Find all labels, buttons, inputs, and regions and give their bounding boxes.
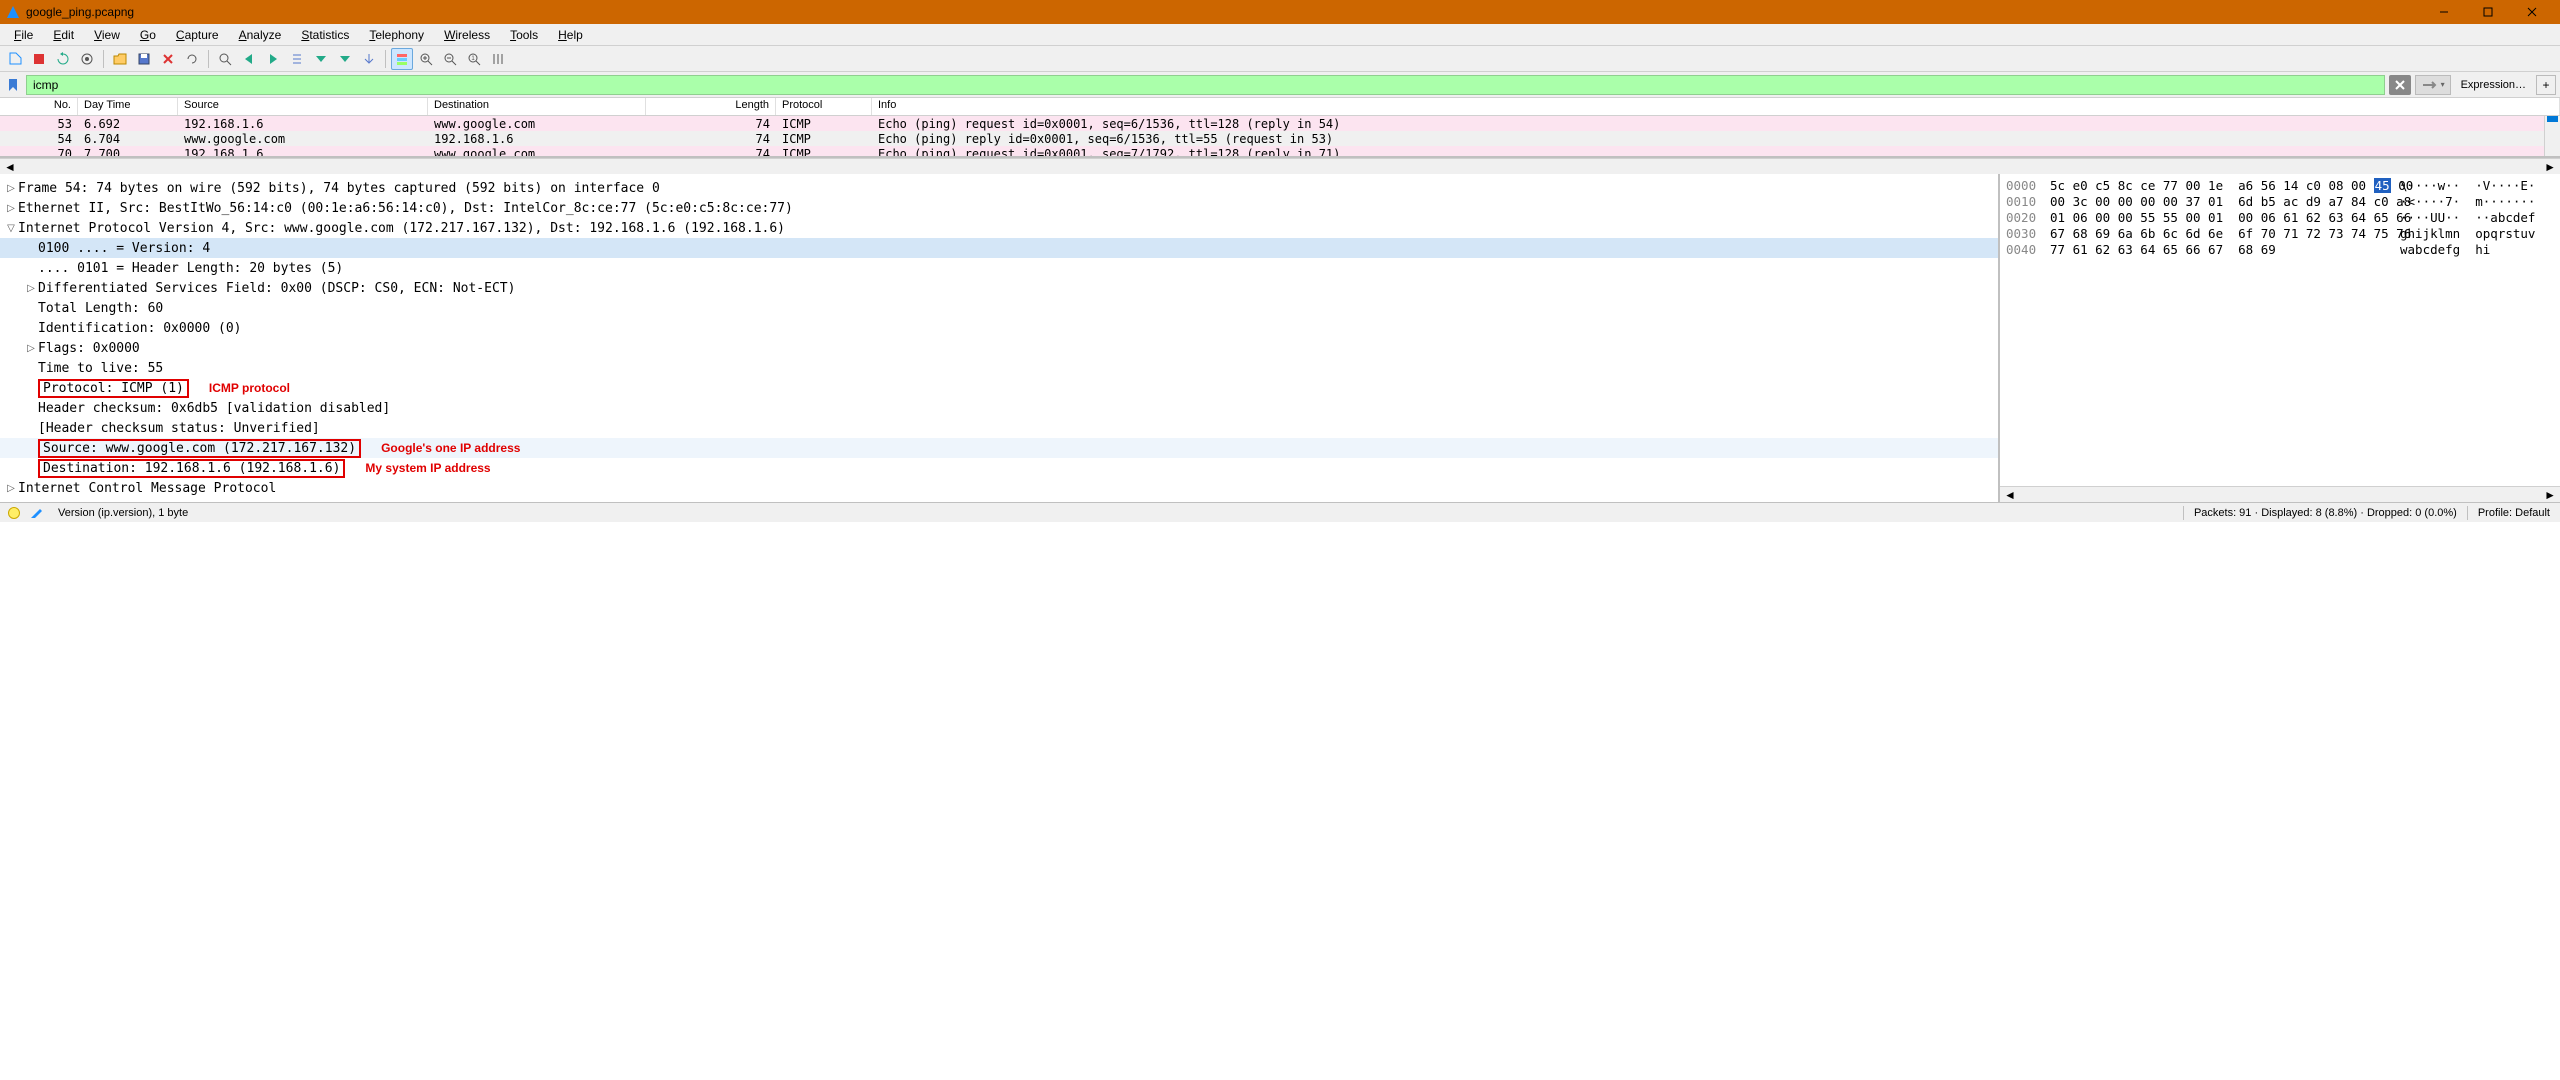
column-source[interactable]: Source — [178, 98, 428, 115]
status-field-info: Version (ip.version), 1 byte — [52, 507, 2183, 519]
colorize-button[interactable] — [391, 48, 413, 70]
maximize-button[interactable] — [2466, 0, 2510, 24]
tree-ip-checksum[interactable]: Header checksum: 0x6db5 [validation disa… — [0, 398, 1998, 418]
go-first-button[interactable] — [310, 48, 332, 70]
hex-row[interactable]: 001000 3c 00 00 00 00 37 01 6d b5 ac d9 … — [2006, 194, 2554, 210]
tree-ip-identification[interactable]: Identification: 0x0000 (0) — [0, 318, 1998, 338]
zoom-in-button[interactable] — [415, 48, 437, 70]
menu-telephony[interactable]: Telephony — [359, 26, 434, 44]
go-last-button[interactable] — [334, 48, 356, 70]
filter-apply-button[interactable]: ▾ — [2415, 75, 2451, 95]
annotation-destination: My system IP address — [365, 461, 490, 475]
close-button[interactable] — [2510, 0, 2554, 24]
status-packet-counts: Packets: 91 · Displayed: 8 (8.8%) · Drop… — [2184, 507, 2467, 519]
menu-capture[interactable]: Capture — [166, 26, 229, 44]
go-to-packet-button[interactable] — [286, 48, 308, 70]
packet-bytes-hscroll[interactable]: ◄► — [2000, 486, 2560, 502]
packet-bytes-pane[interactable]: 00005c e0 c5 8c ce 77 00 1e a6 56 14 c0 … — [2000, 174, 2560, 486]
tree-ipv4[interactable]: ▽Internet Protocol Version 4, Src: www.g… — [0, 218, 1998, 238]
app-icon — [6, 5, 20, 19]
start-capture-button[interactable] — [4, 48, 26, 70]
tree-ip-source[interactable]: Source: www.google.com (172.217.167.132)… — [0, 438, 1998, 458]
save-file-button[interactable] — [133, 48, 155, 70]
open-file-button[interactable] — [109, 48, 131, 70]
display-filter-input[interactable] — [26, 75, 2385, 95]
go-forward-button[interactable] — [262, 48, 284, 70]
packet-list-hscroll[interactable]: ◄► — [0, 158, 2560, 174]
tree-ip-ttl[interactable]: Time to live: 55 — [0, 358, 1998, 378]
reload-button[interactable] — [181, 48, 203, 70]
filter-bookmark-button[interactable] — [4, 76, 22, 94]
filter-expression-button[interactable]: Expression… — [2455, 79, 2532, 91]
menu-analyze[interactable]: Analyze — [229, 26, 292, 44]
tree-ip-flags[interactable]: ▷Flags: 0x0000 — [0, 338, 1998, 358]
menu-wireless[interactable]: Wireless — [434, 26, 500, 44]
tree-ip-protocol[interactable]: Protocol: ICMP (1)ICMP protocol — [0, 378, 1998, 398]
expert-info-button[interactable] — [8, 507, 20, 519]
packet-row[interactable]: 536.692192.168.1.6www.google.com74ICMPEc… — [0, 116, 2560, 131]
auto-scroll-button[interactable] — [358, 48, 380, 70]
annotation-source: Google's one IP address — [381, 441, 520, 455]
tree-icmp[interactable]: ▷Internet Control Message Protocol — [0, 478, 1998, 498]
filter-clear-button[interactable] — [2389, 75, 2411, 95]
menu-edit[interactable]: Edit — [43, 26, 84, 44]
minimize-button[interactable] — [2422, 0, 2466, 24]
menu-tools[interactable]: Tools — [500, 26, 548, 44]
tree-ip-version[interactable]: 0100 .... = Version: 4 — [0, 238, 1998, 258]
zoom-reset-button[interactable]: 1 — [463, 48, 485, 70]
menu-help[interactable]: Help — [548, 26, 593, 44]
hex-row[interactable]: 00005c e0 c5 8c ce 77 00 1e a6 56 14 c0 … — [2006, 178, 2554, 194]
menu-go[interactable]: Go — [130, 26, 166, 44]
capture-options-button[interactable] — [76, 48, 98, 70]
column-info[interactable]: Info — [872, 98, 2560, 115]
packet-details-pane[interactable]: ▷Frame 54: 74 bytes on wire (592 bits), … — [0, 174, 2000, 502]
filter-bar: ▾ Expression… + — [0, 72, 2560, 98]
tree-ip-destination[interactable]: Destination: 192.168.1.6 (192.168.1.6)My… — [0, 458, 1998, 478]
menu-file[interactable]: File — [4, 26, 43, 44]
hex-row[interactable]: 004077 61 62 63 64 65 66 67 68 69wabcdef… — [2006, 242, 2554, 258]
window-title: google_ping.pcapng — [26, 5, 2422, 19]
packet-list-pane: No. Day Time Source Destination Length P… — [0, 98, 2560, 158]
tree-ip-total-length[interactable]: Total Length: 60 — [0, 298, 1998, 318]
toolbar: 1 — [0, 46, 2560, 72]
menu-bar: File Edit View Go Capture Analyze Statis… — [0, 24, 2560, 46]
column-destination[interactable]: Destination — [428, 98, 646, 115]
tree-ip-header-length[interactable]: .... 0101 = Header Length: 20 bytes (5) — [0, 258, 1998, 278]
edit-preferences-icon[interactable] — [28, 505, 44, 521]
status-bar: Version (ip.version), 1 byte Packets: 91… — [0, 502, 2560, 522]
hex-row[interactable]: 003067 68 69 6a 6b 6c 6d 6e 6f 70 71 72 … — [2006, 226, 2554, 242]
packet-row[interactable]: 546.704www.google.com192.168.1.674ICMPEc… — [0, 131, 2560, 146]
column-length[interactable]: Length — [646, 98, 776, 115]
find-button[interactable] — [214, 48, 236, 70]
resize-columns-button[interactable] — [487, 48, 509, 70]
packet-list-scrollbar[interactable] — [2544, 116, 2560, 158]
tree-ethernet[interactable]: ▷Ethernet II, Src: BestItWo_56:14:c0 (00… — [0, 198, 1998, 218]
menu-statistics[interactable]: Statistics — [291, 26, 359, 44]
menu-view[interactable]: View — [84, 26, 130, 44]
status-profile[interactable]: Profile: Default — [2468, 507, 2560, 519]
annotation-protocol: ICMP protocol — [209, 381, 290, 395]
column-time[interactable]: Day Time — [78, 98, 178, 115]
tree-frame[interactable]: ▷Frame 54: 74 bytes on wire (592 bits), … — [0, 178, 1998, 198]
restart-capture-button[interactable] — [52, 48, 74, 70]
packet-list-header[interactable]: No. Day Time Source Destination Length P… — [0, 98, 2560, 116]
tree-ip-checksum-status[interactable]: [Header checksum status: Unverified] — [0, 418, 1998, 438]
column-no[interactable]: No. — [0, 98, 78, 115]
stop-capture-button[interactable] — [28, 48, 50, 70]
tree-ip-dsf[interactable]: ▷Differentiated Services Field: 0x00 (DS… — [0, 278, 1998, 298]
filter-add-button[interactable]: + — [2536, 75, 2556, 95]
column-protocol[interactable]: Protocol — [776, 98, 872, 115]
zoom-out-button[interactable] — [439, 48, 461, 70]
packet-row[interactable]: 707.700192.168.1.6www.google.com74ICMPEc… — [0, 146, 2560, 158]
close-file-button[interactable] — [157, 48, 179, 70]
hex-row[interactable]: 002001 06 00 00 55 55 00 01 00 06 61 62 … — [2006, 210, 2554, 226]
title-bar: google_ping.pcapng — [0, 0, 2560, 24]
go-back-button[interactable] — [238, 48, 260, 70]
